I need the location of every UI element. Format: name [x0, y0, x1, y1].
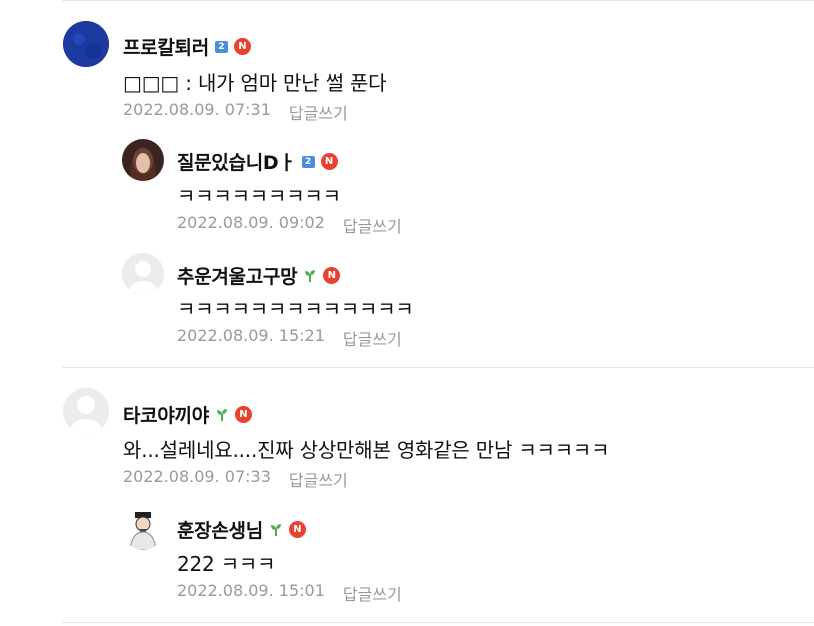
comment-date: 2022.08.09. 15:01 — [177, 581, 325, 600]
reply-button[interactable]: 답글쓰기 — [289, 467, 348, 491]
sprout-icon — [270, 523, 281, 536]
comment-text: 와...설레네요....진짜 상상만해본 영화같은 만남 ㅋㅋㅋㅋㅋ — [123, 438, 610, 462]
avatar[interactable] — [63, 388, 109, 434]
comment-item: 타코야끼야 N 와...설레네요....진짜 상상만해본 영화같은 만남 ㅋㅋㅋ… — [0, 0, 814, 626]
sprout-icon — [216, 408, 227, 421]
comment-text: 222 ㅋㅋㅋ — [177, 552, 276, 576]
reply-button[interactable]: 답글쓰기 — [343, 581, 402, 605]
avatar[interactable] — [122, 508, 164, 550]
comment-date: 2022.08.09. 07:33 — [123, 467, 271, 486]
new-badge: N — [288, 521, 306, 538]
author-name[interactable]: 타코야끼야 — [123, 401, 209, 428]
new-badge: N — [234, 406, 252, 423]
comment-divider — [62, 622, 814, 623]
author-name[interactable]: 훈장손생님 — [177, 516, 263, 543]
